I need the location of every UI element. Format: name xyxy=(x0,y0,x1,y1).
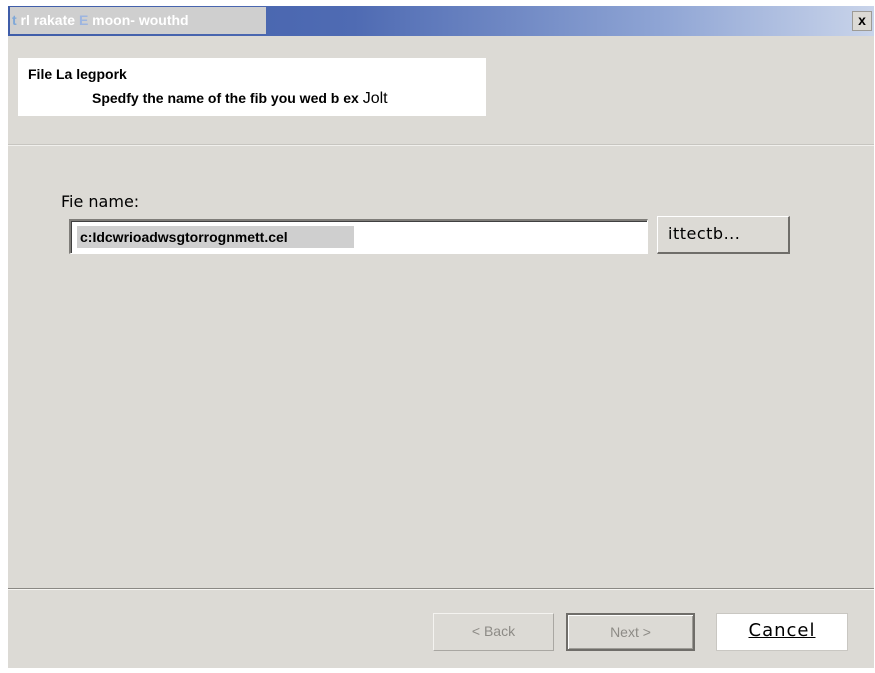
wizard-header: File La legpork Spedfy the name of the f… xyxy=(8,36,874,120)
title-bar[interactable]: t rl rakate E moon- wouthd x xyxy=(8,6,874,36)
file-name-input[interactable]: c:Idcwrioadwsgtorrognmett.cel xyxy=(69,219,648,254)
page-title: File La legpork xyxy=(28,66,127,82)
cancel-button[interactable]: Cancel xyxy=(716,613,848,651)
next-button[interactable]: Next > xyxy=(566,613,695,651)
page-subtitle: Spedfy the name of the fib you wed b ex … xyxy=(92,90,388,108)
window-title-part2: rl rakate xyxy=(16,12,79,28)
cancel-button-label: Cancel xyxy=(748,620,816,641)
window-title-part3: E xyxy=(78,12,89,28)
footer-divider xyxy=(8,588,874,590)
file-name-label: Fie name: xyxy=(61,192,140,211)
window-title: t rl rakate E moon- wouthd xyxy=(10,7,266,34)
header-divider xyxy=(8,144,874,146)
close-icon[interactable]: x xyxy=(852,11,872,31)
browse-button[interactable]: ittectb... xyxy=(657,216,790,254)
file-name-value[interactable]: c:Idcwrioadwsgtorrognmett.cel xyxy=(77,226,354,248)
header-panel-edge xyxy=(14,58,18,116)
window-title-part4: moon- wouthd xyxy=(88,12,189,28)
page-subtitle-bold: Spedfy the name of the fib you wed b ex xyxy=(92,90,359,106)
wizard-dialog: t rl rakate E moon- wouthd x File La leg… xyxy=(8,6,874,668)
page-subtitle-tail: Jolt xyxy=(362,90,388,107)
back-button[interactable]: < Back xyxy=(433,613,554,651)
